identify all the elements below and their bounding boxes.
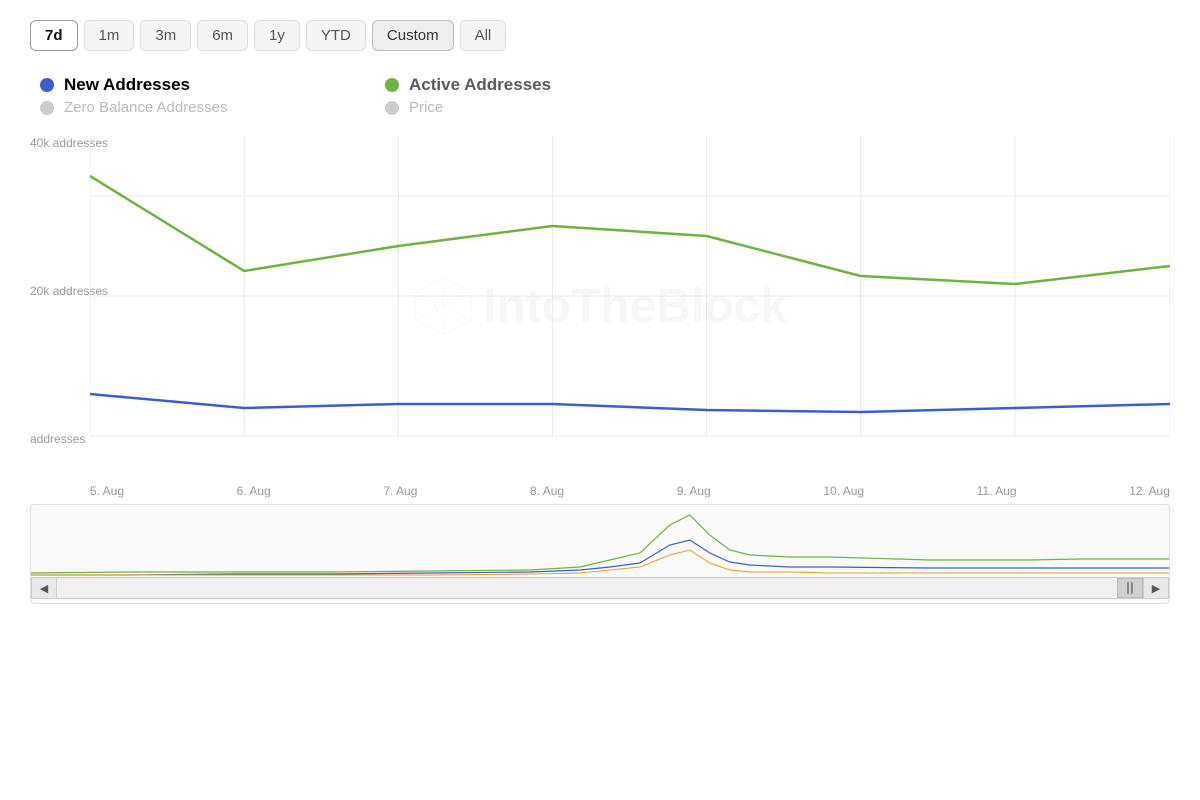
time-range-bar: 7d 1m 3m 6m 1y YTD Custom All [30, 20, 1170, 51]
nav-handle[interactable] [1117, 578, 1143, 598]
btn-7d[interactable]: 7d [30, 20, 78, 51]
nav-left-btn[interactable]: ◀ [31, 577, 57, 599]
chart-legend: New Addresses Active Addresses Zero Bala… [30, 75, 730, 116]
handle-line-1 [1127, 582, 1129, 594]
legend-price[interactable]: Price [385, 99, 730, 116]
x-label-10aug: 10. Aug [823, 484, 864, 498]
handle-grip [1127, 582, 1133, 594]
legend-zero-balance[interactable]: Zero Balance Addresses [40, 99, 385, 116]
x-label-11aug: 11. Aug [977, 484, 1017, 498]
new-addresses-line [90, 394, 1170, 412]
main-container: 7d 1m 3m 6m 1y YTD Custom All New Addres… [0, 0, 1200, 800]
price-dot [385, 101, 399, 115]
btn-ytd[interactable]: YTD [306, 20, 366, 51]
zero-balance-dot [40, 101, 54, 115]
btn-3m[interactable]: 3m [140, 20, 191, 51]
btn-6m[interactable]: 6m [197, 20, 248, 51]
btn-custom[interactable]: Custom [372, 20, 454, 51]
price-label: Price [409, 99, 443, 116]
zero-balance-label: Zero Balance Addresses [64, 99, 227, 116]
btn-all[interactable]: All [460, 20, 507, 51]
x-axis: 5. Aug 6. Aug 7. Aug 8. Aug 9. Aug 10. A… [30, 476, 1170, 498]
active-addresses-dot [385, 78, 399, 92]
x-label-12aug: 12. Aug [1129, 484, 1170, 498]
active-addresses-label: Active Addresses [409, 75, 551, 95]
chart-wrapper: 40k addresses 20k addresses addresses In… [30, 136, 1170, 604]
btn-1m[interactable]: 1m [84, 20, 135, 51]
x-label-7aug: 7. Aug [383, 484, 417, 498]
mini-chart[interactable]: 2018 2020 2022 2024 ◀ ▶ [30, 504, 1170, 604]
mini-chart-svg [31, 505, 1169, 580]
x-label-9aug: 9. Aug [677, 484, 711, 498]
legend-active-addresses[interactable]: Active Addresses [385, 75, 730, 95]
legend-new-addresses[interactable]: New Addresses [40, 75, 385, 95]
mini-nav: ◀ ▶ [31, 577, 1169, 599]
new-addresses-label: New Addresses [64, 75, 190, 95]
nav-right-btn[interactable]: ▶ [1143, 577, 1169, 599]
handle-line-2 [1131, 582, 1133, 594]
x-label-5aug: 5. Aug [90, 484, 124, 498]
active-addresses-line [90, 176, 1170, 284]
main-chart[interactable]: 40k addresses 20k addresses addresses In… [30, 136, 1170, 476]
chart-svg [90, 136, 1170, 476]
x-label-8aug: 8. Aug [530, 484, 564, 498]
btn-1y[interactable]: 1y [254, 20, 300, 51]
nav-track[interactable] [57, 577, 1143, 599]
new-addresses-dot [40, 78, 54, 92]
x-label-6aug: 6. Aug [237, 484, 271, 498]
